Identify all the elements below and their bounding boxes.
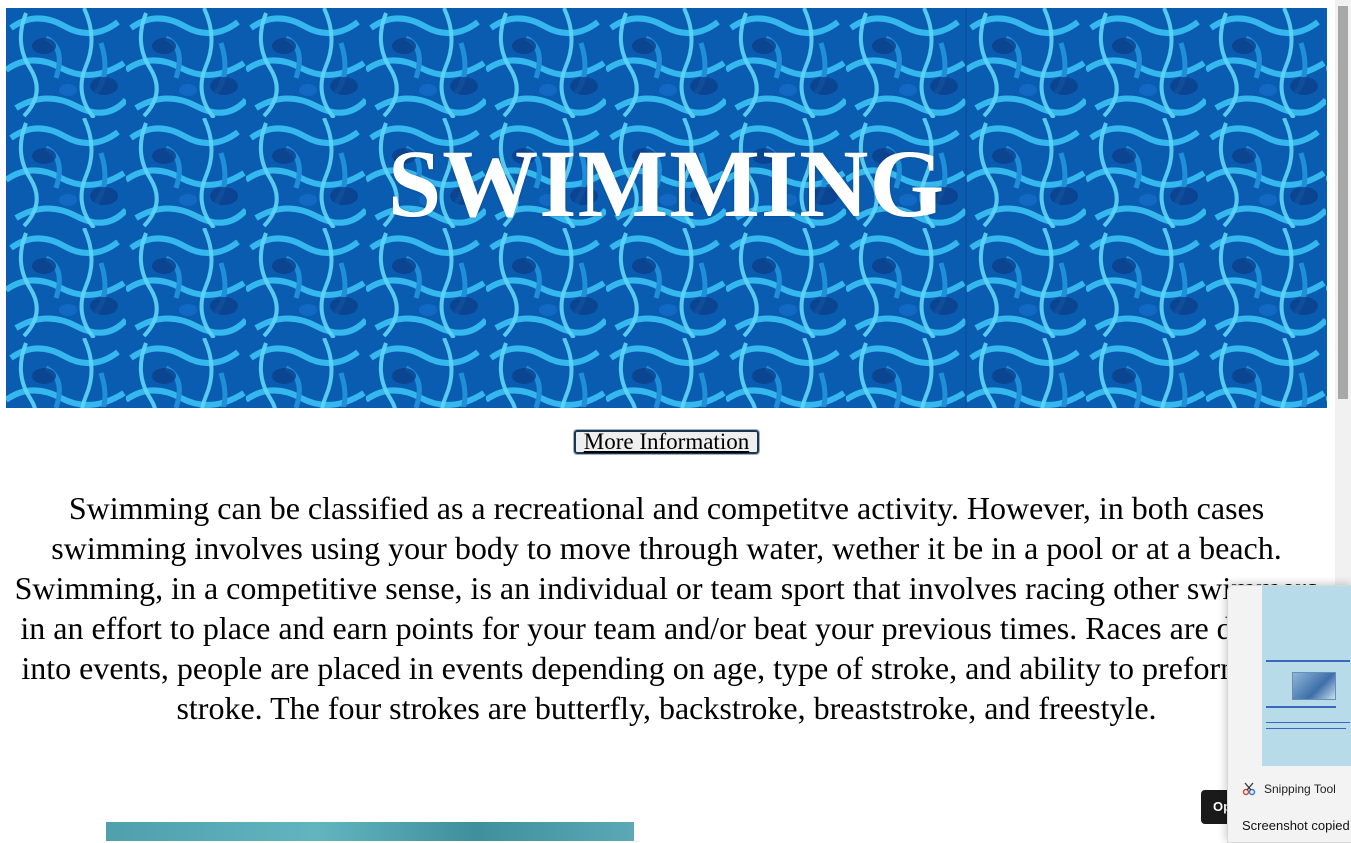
notification-app-label: Snipping Tool	[1242, 782, 1336, 796]
intro-paragraph: Swimming can be classified as a recreati…	[14, 490, 1319, 726]
scissors-icon	[1242, 782, 1256, 796]
notification-message: Screenshot copied	[1242, 818, 1350, 833]
snipping-tool-notification[interactable]: Snipping Tool Screenshot copied	[1227, 585, 1351, 843]
hero-banner: SWIMMING	[6, 8, 1327, 408]
pool-image	[106, 822, 634, 841]
scrollbar-thumb[interactable]	[1338, 6, 1348, 399]
more-information-button[interactable]: More Information	[573, 429, 760, 455]
app-name: Snipping Tool	[1264, 782, 1336, 796]
screenshot-preview[interactable]	[1262, 586, 1351, 766]
page-title: SWIMMING	[387, 129, 946, 237]
